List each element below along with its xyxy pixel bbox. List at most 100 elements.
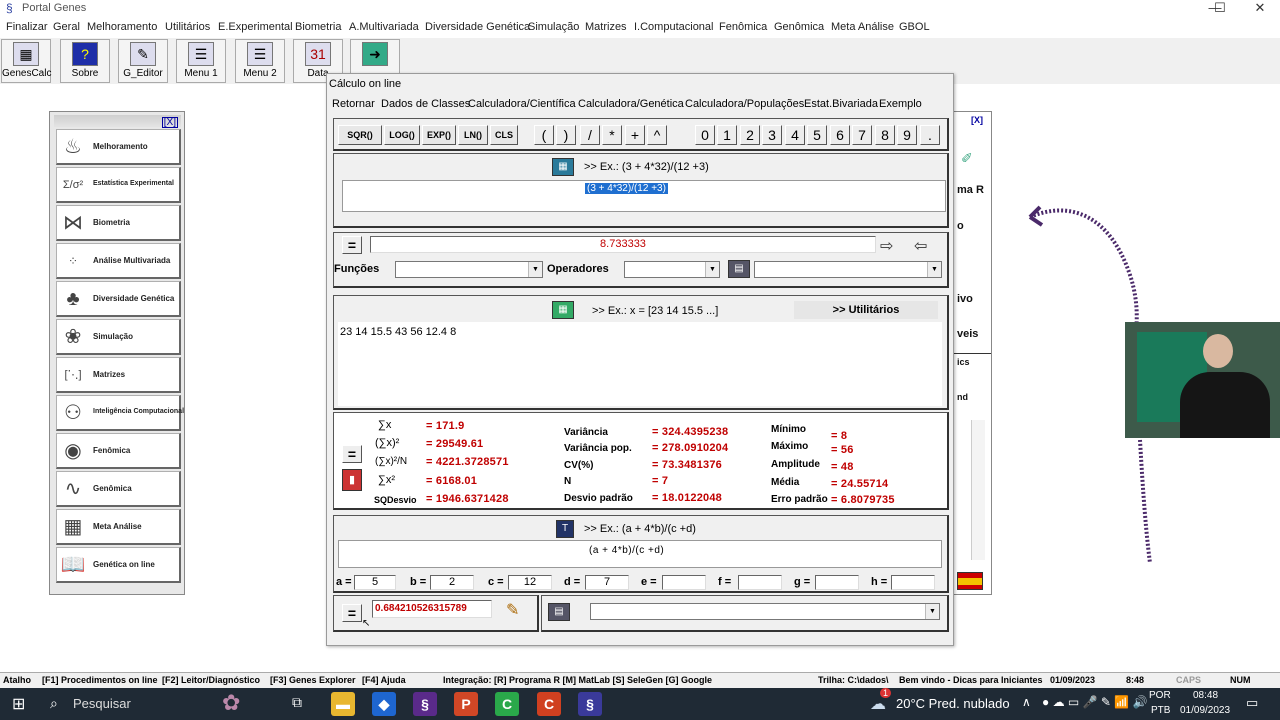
menu-fenomica[interactable]: Fenômica: [719, 21, 767, 33]
cash-register-icon[interactable]: ▤: [728, 260, 750, 278]
expression-input[interactable]: (3 + 4*32)/(12 +3): [342, 180, 946, 212]
panel-item-melhoramento[interactable]: ♨ Melhoramento: [56, 129, 181, 165]
clock-date[interactable]: 01/09/2023: [1180, 705, 1230, 716]
key-sqr[interactable]: SQR(): [338, 125, 382, 145]
key-8[interactable]: 8: [875, 125, 895, 145]
key-0[interactable]: 0: [695, 125, 715, 145]
formula-result-field[interactable]: 0.684210526315789: [372, 600, 492, 618]
g-editor-button[interactable]: ✎ G_Editor: [118, 39, 168, 83]
menu1-button[interactable]: ☰ Menu 1: [176, 39, 226, 83]
menu-simulacao[interactable]: Simulação: [528, 21, 579, 33]
close-right-panel-button[interactable]: [X]: [971, 115, 983, 125]
stats-equals-button[interactable]: =: [342, 445, 362, 463]
panel-item-diversidade[interactable]: ♣ Diversidade Genética: [56, 281, 181, 317]
menu-experimental[interactable]: E.Experimental: [218, 21, 293, 33]
panel-item-simulacao[interactable]: ❀ Simulação: [56, 319, 181, 355]
dropbox-icon[interactable]: ◆: [372, 692, 396, 716]
menu-computacional[interactable]: I.Computacional: [634, 21, 714, 33]
menu-genomica[interactable]: Genômica: [774, 21, 824, 33]
file-explorer-icon[interactable]: ▬: [331, 692, 355, 716]
key-open-paren[interactable]: (: [534, 125, 554, 145]
key-power[interactable]: ^: [647, 125, 667, 145]
panel-item-inteligencia[interactable]: ⚇ Inteligência Computacional: [56, 395, 184, 431]
panel-item-genomica[interactable]: ∿ Genômica: [56, 471, 181, 507]
menu-meta-analise[interactable]: Meta Análise: [831, 21, 894, 33]
calc-menu-bivariada[interactable]: Estat.Bivariada: [804, 98, 878, 110]
close-left-panel-button[interactable]: [X]: [161, 117, 178, 128]
result-field[interactable]: 8.733333: [370, 236, 876, 253]
key-4[interactable]: 4: [785, 125, 805, 145]
maximize-icon[interactable]: ☐: [1200, 0, 1240, 18]
key-dot[interactable]: .: [920, 125, 940, 145]
key-6[interactable]: 6: [830, 125, 850, 145]
calc-menu-cientifica[interactable]: Calculadora/Científica: [468, 98, 576, 110]
calc-menu-retornar[interactable]: Retornar: [332, 98, 375, 110]
var-a-input[interactable]: 5: [354, 575, 396, 590]
operadores-select[interactable]: ▼: [624, 261, 720, 278]
panel-item-matrizes[interactable]: [⋱] Matrizes: [56, 357, 181, 393]
book-icon[interactable]: ▮: [342, 469, 362, 491]
menu-multivariada[interactable]: A.Multivariada: [349, 21, 419, 33]
var-e-input[interactable]: [662, 575, 706, 590]
utilitarios-button[interactable]: >> Utilitários: [794, 301, 938, 319]
cash-register-icon[interactable]: ▤: [548, 603, 570, 621]
key-3[interactable]: 3: [762, 125, 782, 145]
var-c-input[interactable]: 12: [508, 575, 552, 590]
search-icon[interactable]: ⌕: [50, 695, 58, 712]
key-cls[interactable]: CLS: [490, 125, 518, 145]
flag-spain-icon[interactable]: [957, 572, 983, 590]
var-h-input[interactable]: [891, 575, 935, 590]
scrollbar[interactable]: [971, 420, 985, 560]
panel-item-meta-analise[interactable]: ▦ Meta Análise: [56, 509, 181, 545]
weather-text[interactable]: 20°C Pred. nublado: [896, 696, 1010, 711]
key-2[interactable]: 2: [740, 125, 760, 145]
key-log[interactable]: LOG(): [384, 125, 420, 145]
powerpoint-icon[interactable]: P: [454, 692, 478, 716]
key-divide[interactable]: /: [580, 125, 600, 145]
menu-geral[interactable]: Geral: [53, 21, 80, 33]
calc-menu-classes[interactable]: Dados de Classes: [381, 98, 470, 110]
key-multiply[interactable]: *: [602, 125, 622, 145]
key-9[interactable]: 9: [897, 125, 917, 145]
menu-diversidade[interactable]: Diversidade Genética: [425, 21, 530, 33]
status-f4[interactable]: [F4] Ajuda: [362, 675, 406, 685]
genes-active-icon[interactable]: §: [578, 692, 602, 716]
camtasia-icon[interactable]: C: [495, 692, 519, 716]
formula-select[interactable]: ▼: [590, 603, 940, 620]
extra-select[interactable]: ▼: [754, 261, 942, 278]
arrow-left-icon[interactable]: ⇦: [914, 236, 927, 256]
key-close-paren[interactable]: ): [556, 125, 576, 145]
formula-input[interactable]: (a + 4*b)/(c +d): [338, 540, 942, 568]
var-f-input[interactable]: [738, 575, 782, 590]
formula-equals-button[interactable]: =: [342, 604, 362, 622]
notification-icon[interactable]: ▭: [1246, 695, 1258, 711]
menu-matrizes[interactable]: Matrizes: [585, 21, 627, 33]
key-1[interactable]: 1: [717, 125, 737, 145]
menu-melhoramento[interactable]: Melhoramento: [87, 21, 157, 33]
menu2-button[interactable]: ☰ Menu 2: [235, 39, 285, 83]
magic-wand-icon[interactable]: ✎: [506, 600, 519, 620]
var-g-input[interactable]: [815, 575, 859, 590]
calc-menu-exemplo[interactable]: Exemplo: [879, 98, 922, 110]
close-window-button[interactable]: ✕: [1240, 0, 1280, 18]
calc-menu-populacoes[interactable]: Calculadora/Populações: [685, 98, 804, 110]
panel-item-estatistica[interactable]: Σ/σ² Estatística Experimental: [56, 167, 181, 203]
task-view-icon[interactable]: ⧉: [292, 694, 302, 711]
sobre-button[interactable]: ? Sobre: [60, 39, 110, 83]
lang-por[interactable]: POR: [1149, 690, 1171, 701]
panel-item-fenomica[interactable]: ◉ Fenômica: [56, 433, 181, 469]
panel-item-genetica-online[interactable]: 📖 Genética on line: [56, 547, 181, 583]
status-f1[interactable]: [F1] Procedimentos on line: [42, 675, 158, 685]
panel-item-multivariada[interactable]: ⁘ Análise Multivariada: [56, 243, 181, 279]
equals-button[interactable]: =: [342, 236, 362, 254]
status-f2[interactable]: [F2] Leitor/Diagnóstico: [162, 675, 260, 685]
key-plus[interactable]: +: [625, 125, 645, 145]
key-ln[interactable]: LN(): [458, 125, 488, 145]
clock-time[interactable]: 08:48: [1193, 690, 1218, 701]
key-7[interactable]: 7: [852, 125, 872, 145]
menu-finalizar[interactable]: Finalizar: [6, 21, 48, 33]
lang-ptb[interactable]: PTB: [1151, 705, 1170, 716]
arrow-right-icon[interactable]: ⇨: [880, 236, 893, 256]
var-d-input[interactable]: 7: [585, 575, 629, 590]
data-input[interactable]: 23 14 15.5 43 56 12.4 8: [338, 322, 942, 406]
